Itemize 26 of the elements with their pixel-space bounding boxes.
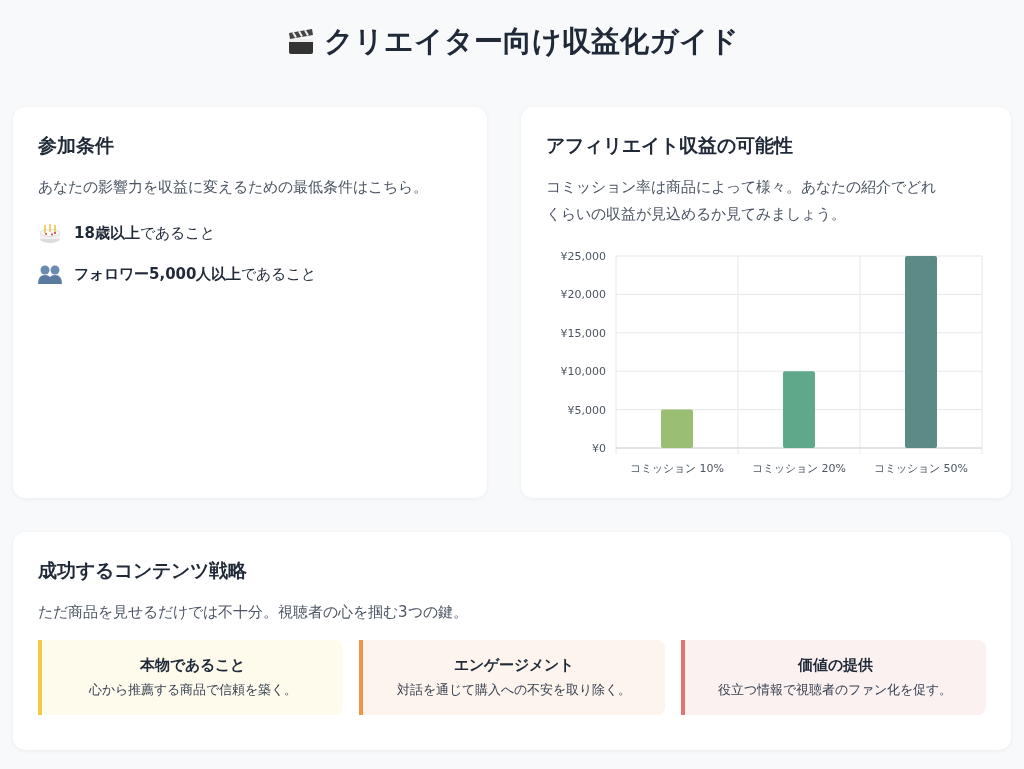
card-description: コミッション率は商品によって様々。あなたの紹介でどれくらいの収益が見込めるか見てみましょう。: [546, 177, 937, 225]
card-heading: アフィリエイト収益の可能性: [546, 133, 794, 158]
axis-category-label: コミッション 10%: [630, 462, 724, 475]
card-heading: 成功するコンテンツ戦略: [38, 558, 248, 583]
people-icon: [38, 263, 62, 285]
card-heading: 参加条件: [38, 133, 115, 158]
axis-tick-label: ¥10,000: [560, 365, 606, 379]
axis-category-label: コミッション 20%: [752, 462, 846, 475]
key-title: 価値の提供: [797, 656, 873, 675]
card-description: あなたの影響力を収益に変えるための最低条件はこちら。: [38, 177, 429, 198]
key-text: 心から推薦する商品で信頼を築く。: [88, 681, 297, 699]
axis-category-label: コミッション 50%: [874, 462, 968, 475]
key-title: 本物であること: [140, 656, 246, 675]
axis-tick-label: ¥20,000: [560, 288, 606, 302]
axis-tick-label: ¥5,000: [567, 403, 606, 417]
key-title: エンゲージメント: [454, 656, 574, 675]
cake-icon: [38, 221, 62, 245]
requirement-text: フォロワー5,000人以上であること: [74, 264, 317, 284]
key-text: 対話を通じて購入への不安を取り除く。: [397, 681, 631, 699]
card-description: ただ商品を見せるだけでは不十分。視聴者の心を掴む3つの鍵。: [38, 602, 469, 623]
key-text: 役立つ情報で視聴者のファン化を促す。: [718, 681, 953, 699]
axis-tick-label: ¥25,000: [560, 250, 606, 263]
page-title: クリエイター向け収益化ガイド: [323, 23, 739, 60]
axis-tick-label: ¥0: [592, 442, 606, 455]
requirement-text: 18歳以上であること: [74, 223, 215, 243]
axis-tick-label: ¥15,000: [560, 326, 606, 340]
